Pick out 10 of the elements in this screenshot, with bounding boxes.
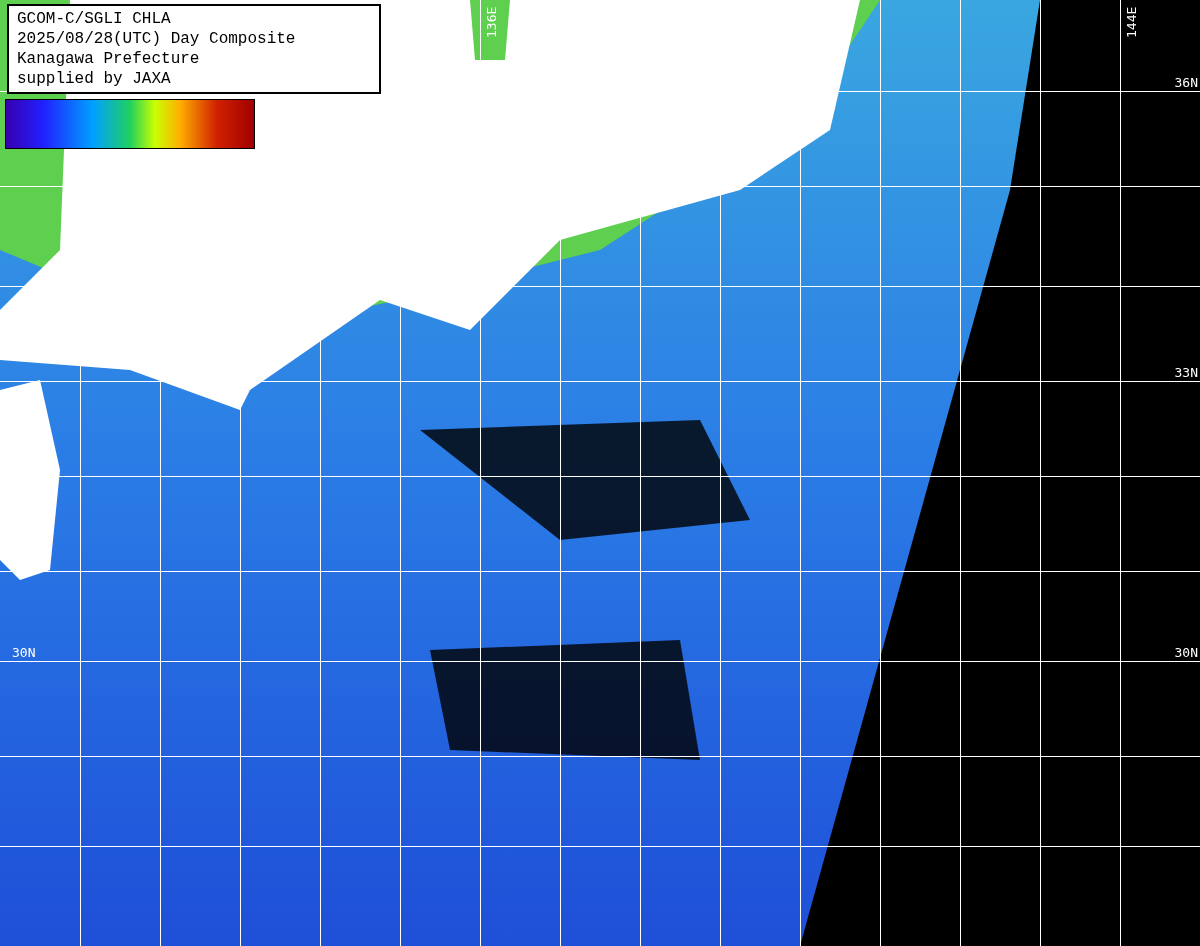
legend-text: GCOM-C/SGLI CHLA xyxy=(17,9,172,29)
longitude-label: 144E xyxy=(1124,6,1139,38)
legend-text: 2025/08/28(UTC) Day Composite xyxy=(17,29,297,49)
latitude-label: 30N xyxy=(12,645,36,660)
latitude-label: 36N xyxy=(1174,75,1198,90)
latitude-label: 33N xyxy=(1174,365,1198,380)
latitude-label: 30N xyxy=(1174,645,1198,660)
longitude-label: 136E xyxy=(484,6,499,38)
legend-text: supplied by JAXA xyxy=(17,69,172,89)
legend-text: Kanagawa Prefecture xyxy=(17,49,201,69)
